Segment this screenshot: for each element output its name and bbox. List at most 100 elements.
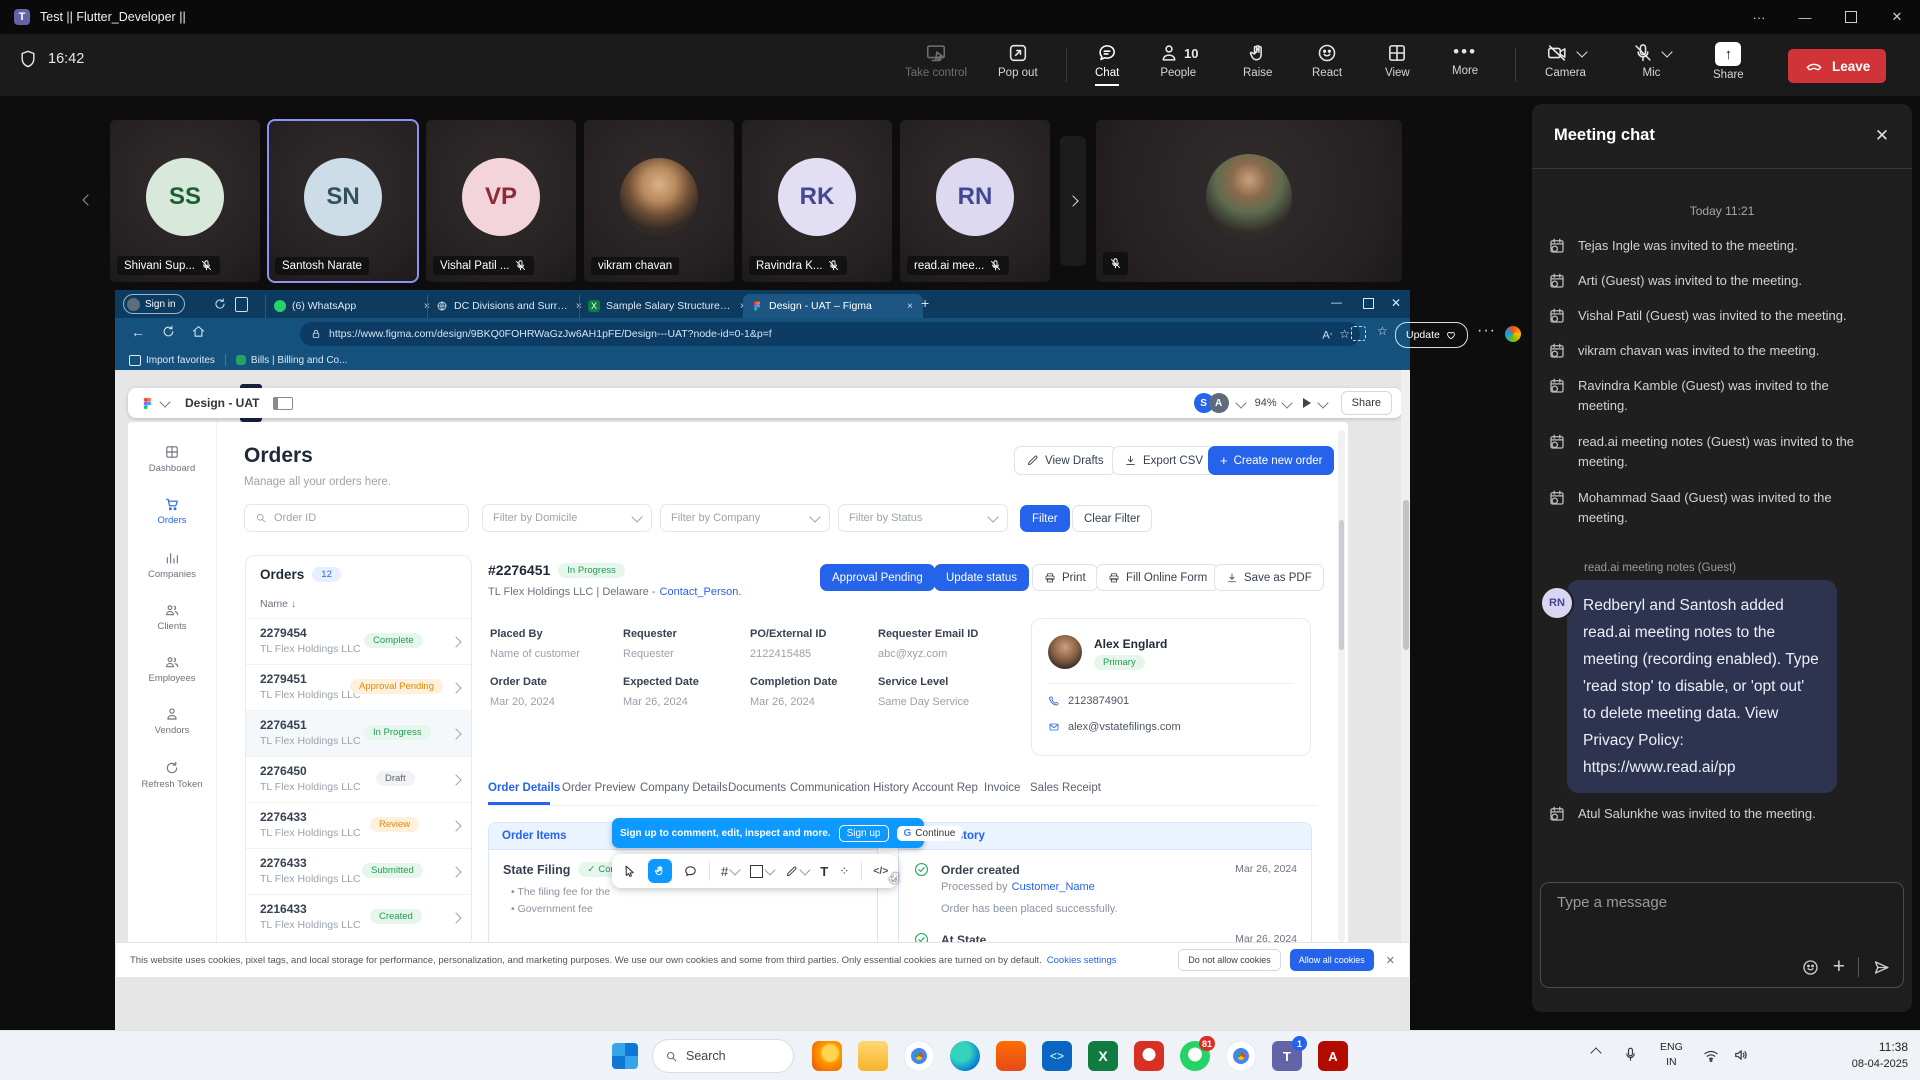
browser-minimize-icon[interactable]: — [1331, 297, 1342, 309]
hand-tool-icon-active[interactable] [648, 859, 672, 883]
customer-name-link[interactable]: Customer_Name [1012, 881, 1095, 893]
taskbar-app-edge[interactable] [950, 1041, 980, 1071]
taskbar-app-whatsapp[interactable]: 81 [1180, 1041, 1210, 1071]
taskbar-app-vscode[interactable]: <> [1042, 1041, 1072, 1071]
fill-online-form-button[interactable]: Fill Online Form [1096, 564, 1219, 591]
taskbar-app-acrobat[interactable]: A [1318, 1041, 1348, 1071]
participant-tile[interactable]: RN read.ai mee... [900, 120, 1050, 282]
new-tab-button[interactable]: + [921, 295, 929, 311]
leave-button[interactable]: Leave [1788, 49, 1886, 83]
figma-share-button[interactable]: Share [1341, 391, 1392, 415]
sidebar-item-companies[interactable]: Companies [128, 550, 216, 580]
taskbar-search-box[interactable]: Search [652, 1039, 794, 1073]
browser-home-icon[interactable] [191, 324, 206, 339]
frame-tool-icon[interactable]: # [721, 864, 739, 879]
order-row[interactable]: 2216433TL Flex Holdings LLC Created [246, 894, 471, 941]
comment-tool-icon[interactable] [683, 864, 698, 879]
clear-filter-button[interactable]: Clear Filter [1072, 505, 1152, 532]
participant-tile[interactable]: RK Ravindra K... [742, 120, 892, 282]
extensions-icon[interactable] [1351, 326, 1366, 341]
page-scrollbar-thumb[interactable] [1403, 500, 1409, 650]
browser-workspaces-icon[interactable] [213, 297, 227, 311]
figma-logo-icon[interactable] [140, 396, 155, 411]
browser-tab-search-icon[interactable] [235, 297, 248, 312]
taskbar-app-firefox[interactable] [812, 1041, 842, 1071]
view-drafts-button[interactable]: View Drafts [1014, 446, 1116, 475]
filter-domicile-select[interactable]: Filter by Domicile [482, 504, 652, 532]
participant-tile-large[interactable] [1096, 120, 1402, 282]
scrollbar-thumb[interactable] [1339, 520, 1344, 650]
tab-company-details[interactable]: Company Details [640, 782, 728, 794]
raise-hand-button[interactable]: Raise [1243, 42, 1272, 79]
figma-zoom-level[interactable]: 94% [1255, 397, 1277, 409]
update-status-button[interactable]: Update status [934, 564, 1029, 591]
start-button[interactable] [612, 1043, 638, 1069]
collaborators-chevron-icon[interactable] [1235, 397, 1246, 408]
browser-close-icon[interactable]: ✕ [1391, 296, 1401, 310]
sidebar-item-orders[interactable]: Orders [128, 496, 216, 526]
bookmark-bills[interactable]: Bills | Billing and Co... [236, 355, 348, 366]
allow-cookies-button[interactable]: Allow all cookies [1290, 949, 1374, 971]
browser-tab-figma-active[interactable]: Design - UAT – Figma × [743, 294, 923, 318]
order-id-search-input[interactable]: Order ID [244, 504, 469, 532]
filter-company-select[interactable]: Filter by Company [660, 504, 830, 532]
participant-tile[interactable]: SS Shivani Sup... [110, 120, 260, 282]
order-row[interactable]: 2276433TL Flex Holdings LLC Submitted [246, 848, 471, 895]
tab-order-details[interactable]: Order Details [488, 782, 560, 794]
copilot-icon[interactable] [1505, 326, 1521, 342]
cookie-close-icon[interactable]: ✕ [1386, 954, 1395, 967]
window-close-button[interactable]: ✕ [1874, 0, 1920, 34]
tab-sales-receipt[interactable]: Sales Receipt [1030, 782, 1101, 794]
previous-tiles-chevron-icon[interactable] [82, 194, 93, 205]
figma-panel-icon[interactable] [273, 397, 293, 410]
taskbar-app-chrome-profile[interactable] [1226, 1041, 1256, 1071]
sidebar-item-vendors[interactable]: Vendors [128, 706, 216, 736]
sidebar-item-clients[interactable]: Clients [128, 602, 216, 632]
window-minimize-button[interactable]: — [1782, 0, 1828, 34]
chat-input-box[interactable]: + [1540, 882, 1904, 988]
browser-refresh-icon[interactable] [161, 324, 176, 339]
browser-maximize-icon[interactable] [1363, 298, 1374, 309]
figma-menu-chevron-icon[interactable] [159, 396, 170, 407]
emoji-icon[interactable] [1801, 958, 1820, 977]
camera-options-chevron-icon[interactable] [1576, 46, 1587, 57]
taskbar-app-explorer[interactable] [858, 1041, 888, 1071]
zoom-chevron-icon[interactable] [1281, 397, 1292, 408]
browser-update-button[interactable]: Update [1395, 322, 1468, 348]
more-button[interactable]: ••• More [1452, 42, 1478, 77]
order-row[interactable]: 2276450TL Flex Holdings LLC Draft [246, 756, 471, 803]
tab-documents[interactable]: Documents [728, 782, 786, 794]
collaborator-avatar[interactable]: A [1209, 393, 1229, 413]
tray-speaker-icon[interactable] [1732, 1046, 1750, 1064]
browser-address-bar[interactable]: https://www.figma.com/design/9BKQ0FOHRWa… [300, 322, 1360, 346]
tab-communication-history[interactable]: Communication History [790, 782, 909, 794]
filter-button[interactable]: Filter [1020, 505, 1070, 532]
contact-person-link[interactable]: Contact_Person. [660, 586, 742, 598]
mic-button[interactable]: Mic [1632, 42, 1671, 79]
order-row-selected[interactable]: 2276451TL Flex Holdings LLC In Progress [246, 710, 471, 757]
order-row[interactable]: 2276433TL Flex Holdings LLC Review [246, 802, 471, 849]
order-row[interactable]: 2279454TL Flex Holdings LLC Complete [246, 618, 471, 665]
google-continue-button[interactable]: G Continue [897, 826, 963, 841]
taskbar-app-excel[interactable]: X [1088, 1041, 1118, 1071]
sidebar-item-employees[interactable]: Employees [128, 654, 216, 684]
tray-hidden-icons-chevron[interactable] [1590, 1047, 1601, 1058]
pen-tool-icon[interactable] [785, 865, 809, 878]
text-tool-icon[interactable]: T [820, 864, 828, 879]
sidebar-item-refresh-token[interactable]: Refresh Token [128, 760, 216, 790]
taskbar-app-brave[interactable] [996, 1041, 1026, 1071]
browser-tab-salary-sheet[interactable]: X Sample Salary Structure with calc × [579, 294, 756, 318]
resources-tool-icon[interactable]: ⁘ [839, 864, 850, 878]
move-tool-icon[interactable] [622, 864, 637, 879]
contact-phone[interactable]: 2123874901 [1068, 695, 1129, 707]
participant-tile-active-speaker[interactable]: SN Santosh Narate [268, 120, 418, 282]
order-row[interactable]: 2279451TL Flex Holdings LLC Approval Pen… [246, 664, 471, 711]
signup-button[interactable]: Sign up [839, 825, 889, 842]
shape-tool-icon[interactable] [750, 865, 774, 878]
cookie-settings-link[interactable]: Cookies settings [1047, 955, 1117, 966]
window-more-icon[interactable]: ··· [1736, 0, 1782, 34]
approval-pending-button[interactable]: Approval Pending [820, 564, 935, 591]
share-button[interactable]: ↑ Share [1713, 42, 1744, 81]
view-button[interactable]: View [1385, 42, 1410, 79]
filter-status-select[interactable]: Filter by Status [838, 504, 1008, 532]
